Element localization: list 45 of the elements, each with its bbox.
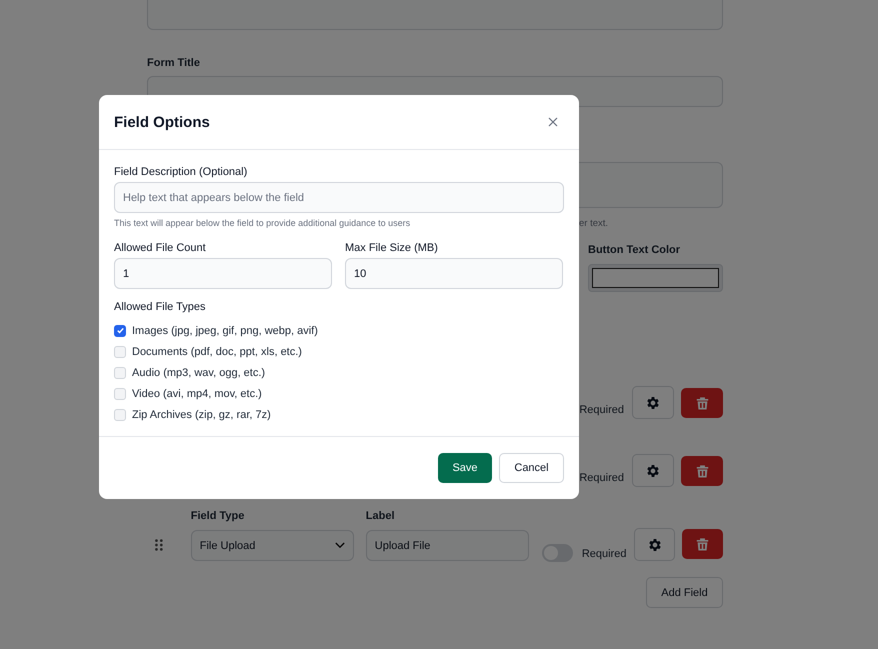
field-label: Form Title	[147, 57, 201, 69]
checkbox[interactable]	[114, 324, 126, 336]
description-field[interactable]: Help text that appears below the field	[114, 182, 564, 213]
required-label: Required	[579, 404, 624, 416]
save-button[interactable]: Save	[438, 453, 492, 483]
gear-icon	[646, 536, 663, 552]
trash-icon	[696, 537, 710, 551]
field-label: Field Type	[190, 510, 246, 522]
field-label: Field Description (Optional)	[114, 166, 248, 179]
trash-icon	[696, 396, 708, 410]
checkbox-label: Documents (pdf, doc, ppt, xls, etc.)	[132, 346, 302, 358]
field-label: Max File Size (MB)	[345, 242, 439, 255]
required-label: Required	[579, 472, 624, 484]
settings-button[interactable]	[634, 528, 676, 561]
label-field[interactable]: Upload File	[366, 530, 529, 561]
trash-icon	[696, 464, 708, 478]
chevron-down-icon	[334, 542, 345, 549]
help-text: This text will appear below the field to provide additional guidance to users	[114, 217, 412, 229]
close-icon[interactable]	[548, 117, 558, 127]
add-field-button[interactable]: Add Field	[646, 577, 723, 608]
settings-button[interactable]	[632, 386, 674, 419]
delete-button[interactable]	[681, 456, 723, 486]
gear-icon	[645, 394, 661, 410]
cancel-button[interactable]: Cancel	[499, 453, 564, 483]
file-count-field[interactable]: 1	[114, 258, 332, 289]
checkbox-label: Images (jpg, jpeg, gif, png, webp, avif)	[132, 324, 318, 336]
settings-button[interactable]	[632, 454, 674, 487]
delete-button[interactable]	[681, 388, 723, 418]
field-label: Allowed File Types	[114, 301, 207, 314]
drag-handle-icon[interactable]	[155, 539, 163, 551]
required-label: Required	[582, 548, 626, 560]
field-type-select[interactable]: File Upload	[190, 530, 354, 561]
file-size-field[interactable]: 10	[345, 258, 563, 289]
gear-icon	[645, 462, 661, 478]
help-text: er text.	[579, 218, 608, 229]
dialog-title: Field Options	[114, 114, 210, 130]
check-icon	[116, 326, 124, 335]
checkbox-label: Zip Archives (zip, gz, rar, 7z)	[132, 408, 271, 420]
checkbox-label: Video (avi, mp4, mov, etc.)	[132, 388, 262, 400]
field-label: Label	[366, 510, 396, 522]
field-label: Button Text Color	[588, 244, 682, 256]
delete-button[interactable]	[682, 529, 724, 559]
color-picker[interactable]	[588, 264, 723, 292]
checkbox-label: Audio (mp3, wav, ogg, etc.)	[132, 366, 266, 378]
field-label: Allowed File Count	[114, 242, 207, 255]
